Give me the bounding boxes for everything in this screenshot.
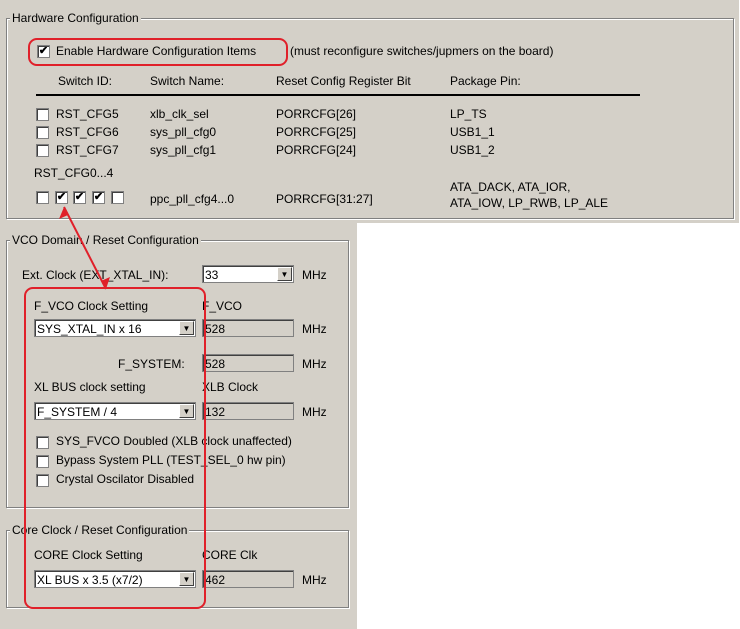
- enable-annotation-box: [28, 38, 288, 66]
- vco-config-legend: VCO Domain / Reset Configuration: [10, 233, 201, 247]
- column-switch-id: Switch ID:: [58, 74, 113, 88]
- switch-id: RST_CFG7: [56, 143, 119, 157]
- package-pin: LP_TS: [450, 107, 487, 121]
- package-pin: ATA_DACK, ATA_IOR,: [450, 180, 571, 194]
- fsystem-unit: MHz: [302, 357, 327, 371]
- rst-cfg3-checkbox[interactable]: ✔: [92, 191, 105, 204]
- core-clk-value-field: 462: [202, 570, 294, 588]
- fsystem-value-field: 528: [202, 354, 294, 372]
- rst-cfg1-checkbox[interactable]: ✔: [55, 191, 68, 204]
- register-bit: PORRCFG[25]: [276, 125, 357, 139]
- register-bit: PORRCFG[24]: [276, 143, 357, 157]
- switch-id: RST_CFG0...4: [34, 166, 114, 180]
- rst-cfg4-checkbox[interactable]: [111, 191, 124, 204]
- package-pin: USB1_2: [450, 143, 495, 157]
- switch-id: RST_CFG6: [56, 125, 119, 139]
- xlb-clock-value-field: 132: [202, 402, 294, 420]
- switch-name: sys_pll_cfg1: [150, 143, 217, 157]
- ext-clock-unit: MHz: [302, 268, 327, 282]
- rst-cfg0-checkbox[interactable]: [36, 191, 49, 204]
- rst-cfg6-checkbox[interactable]: [36, 126, 49, 139]
- rst-cfg5-checkbox[interactable]: [36, 108, 49, 121]
- settings-annotation-box: [24, 287, 206, 609]
- column-switch-name: Switch Name:: [150, 74, 225, 88]
- enable-hw-config-note: (must reconfigure switches/jupmers on th…: [290, 44, 554, 58]
- rst-cfg7-checkbox[interactable]: [36, 144, 49, 157]
- core-clk-label: CORE Clk: [202, 548, 258, 562]
- rst-cfg2-checkbox[interactable]: ✔: [73, 191, 86, 204]
- switch-name: sys_pll_cfg0: [150, 125, 217, 139]
- switch-id: RST_CFG5: [56, 107, 119, 121]
- package-pin: USB1_1: [450, 125, 495, 139]
- column-reset-config-bit: Reset Config Register Bit: [276, 74, 411, 88]
- fvco-value-field: 528: [202, 319, 294, 337]
- register-bit: PORRCFG[26]: [276, 107, 357, 121]
- ext-clock-dropdown[interactable]: 33 ▼: [202, 265, 294, 283]
- ext-clock-value: 33: [205, 268, 219, 282]
- xlb-clock-label: XLB Clock: [202, 380, 259, 394]
- switch-name: xlb_clk_sel: [150, 107, 209, 121]
- core-clk-unit: MHz: [302, 573, 327, 587]
- column-package-pin: Package Pin:: [450, 74, 521, 88]
- switch-name: ppc_pll_cfg4...0: [150, 192, 235, 206]
- hardware-config-legend: Hardware Configuration: [10, 11, 141, 25]
- register-bit: PORRCFG[31:27]: [276, 192, 373, 206]
- package-pin: ATA_IOW, LP_RWB, LP_ALE: [450, 196, 609, 210]
- fvco-label: F_VCO: [202, 299, 243, 313]
- fvco-unit: MHz: [302, 322, 327, 336]
- ext-clock-label: Ext. Clock (EXT_XTAL_IN):: [22, 268, 169, 282]
- chevron-down-icon[interactable]: ▼: [277, 267, 292, 281]
- xlb-clock-unit: MHz: [302, 405, 327, 419]
- header-divider: [36, 94, 640, 96]
